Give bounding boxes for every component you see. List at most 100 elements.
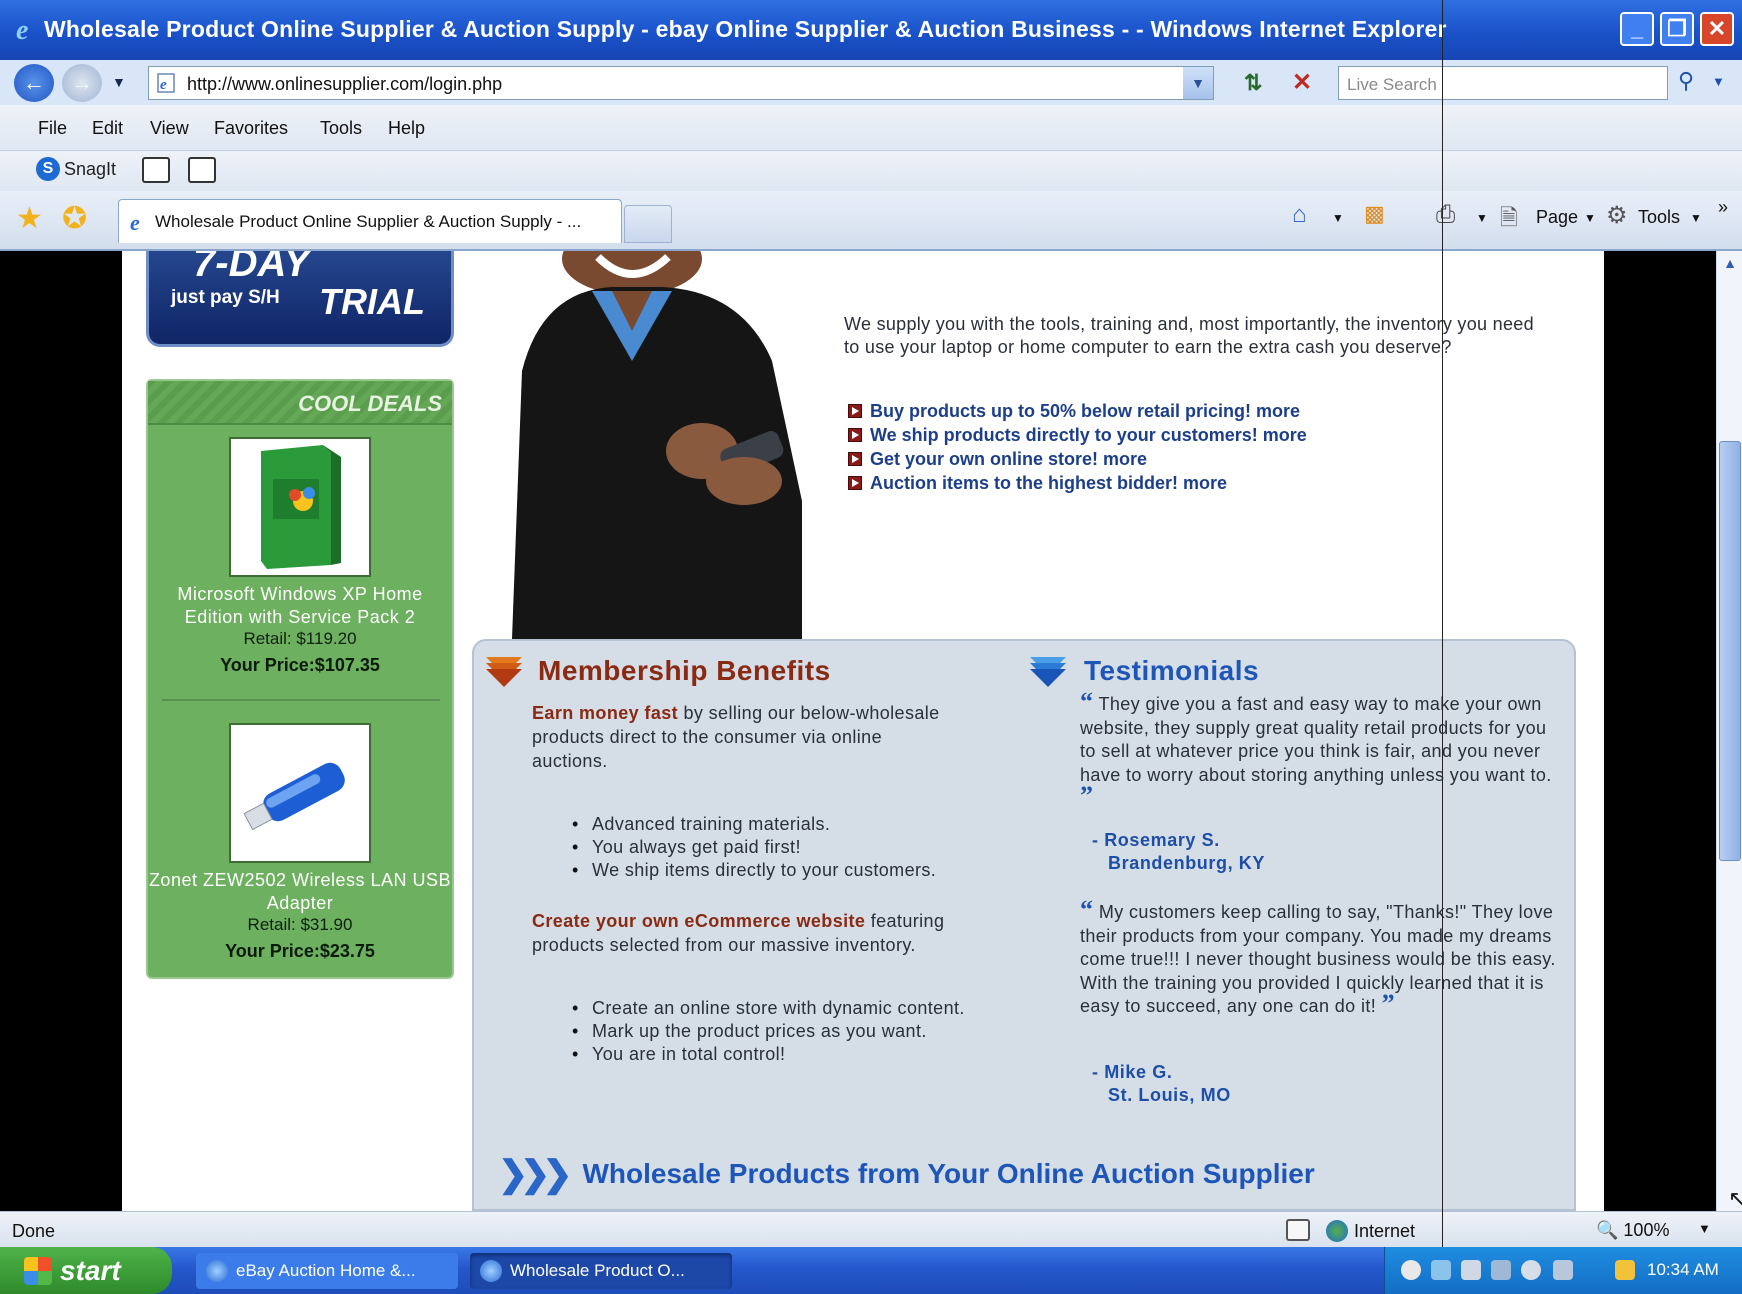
menu-tools[interactable]: Tools xyxy=(320,118,362,139)
feature-text[interactable]: We ship products directly to your custom… xyxy=(870,425,1307,446)
feature-link[interactable]: Buy products up to 50% below retail pric… xyxy=(848,399,1307,423)
tray-network-icon[interactable] xyxy=(1431,1260,1451,1280)
protected-mode-icon[interactable] xyxy=(1286,1219,1310,1241)
svg-text:e: e xyxy=(130,210,140,234)
restore-button[interactable]: ❐ xyxy=(1660,12,1694,46)
trial-partial-heading: 7-DAY xyxy=(193,251,311,285)
url-text[interactable]: http://www.onlinesupplier.com/login.php xyxy=(187,74,502,95)
tab-active[interactable]: e Wholesale Product Online Supplier & Au… xyxy=(118,199,622,243)
close-button[interactable]: ✕ xyxy=(1700,12,1734,46)
cool-deals-header: COOL DEALS xyxy=(148,381,452,425)
earn-money-link[interactable]: Earn money fast xyxy=(532,703,678,723)
snagit-button[interactable]: S SnagIt xyxy=(36,157,116,181)
windows-xp-box-image[interactable] xyxy=(229,437,371,577)
refresh-button[interactable]: ⇅ xyxy=(1244,70,1262,96)
search-options-dropdown[interactable]: ▼ xyxy=(1712,74,1725,89)
add-favorites-icon[interactable]: ✪ xyxy=(62,201,87,236)
create-website-link[interactable]: Create your own eCommerce website xyxy=(532,911,865,931)
chevron-down-icon xyxy=(486,657,526,687)
chevron-right-icon[interactable]: » xyxy=(1718,197,1728,218)
deal-your-price: Your Price:$107.35 xyxy=(220,655,380,675)
feature-text[interactable]: Auction items to the highest bidder! mor… xyxy=(870,473,1227,494)
gear-icon: ⚙ xyxy=(1606,202,1628,229)
page-dropdown[interactable]: ▼ xyxy=(1584,211,1596,225)
menu-favorites[interactable]: Favorites xyxy=(214,118,288,139)
zoom-dropdown[interactable]: ▼ xyxy=(1698,1221,1711,1236)
window-title: Wholesale Product Online Supplier & Auct… xyxy=(44,16,1447,42)
windows-logo-icon xyxy=(24,1256,52,1285)
menu-view[interactable]: View xyxy=(150,118,189,139)
tools-menu[interactable]: Tools xyxy=(1638,207,1680,228)
task-label: Wholesale Product O... xyxy=(510,1261,685,1280)
search-input[interactable]: Live Search xyxy=(1338,66,1668,100)
tray-app-icon[interactable] xyxy=(1401,1260,1421,1280)
usb-adapter-image[interactable] xyxy=(229,723,371,863)
deal-retail-price: Retail: $119.20 xyxy=(243,629,357,648)
forward-button[interactable]: → xyxy=(62,64,102,102)
wholesale-products-banner[interactable]: ❯❯❯ Wholesale Products from Your Online … xyxy=(498,1153,1315,1195)
tray-alert-icon[interactable] xyxy=(1615,1260,1635,1280)
zoom-value: 100% xyxy=(1623,1220,1670,1240)
deal-name[interactable]: Zonet ZEW2502 Wireless LAN USB Adapter xyxy=(148,869,452,915)
intro-paragraph: We supply you with the tools, training a… xyxy=(844,314,1534,357)
deal-name[interactable]: Microsoft Windows XP Home Edition with S… xyxy=(148,583,452,629)
home-dropdown[interactable]: ▼ xyxy=(1332,211,1344,225)
feature-text[interactable]: Buy products up to 50% below retail pric… xyxy=(870,401,1300,422)
tray-security-icon[interactable] xyxy=(1521,1260,1541,1280)
ie-icon xyxy=(206,1260,228,1282)
scroll-up-arrow[interactable]: ▲ xyxy=(1719,255,1741,277)
svg-text:e: e xyxy=(16,15,28,44)
scroll-thumb[interactable] xyxy=(1719,441,1741,861)
snagit-toolbar: S SnagIt xyxy=(0,151,1742,191)
favorites-star-icon[interactable]: ★ xyxy=(16,201,43,236)
deal-item[interactable]: Zonet ZEW2502 Wireless LAN USB Adapter R… xyxy=(148,723,452,962)
feature-link[interactable]: Auction items to the highest bidder! mor… xyxy=(848,471,1307,495)
taskbar-button-wholesale[interactable]: Wholesale Product O... xyxy=(470,1253,732,1289)
menu-file[interactable]: File xyxy=(38,118,67,139)
menu-help[interactable]: Help xyxy=(388,118,425,139)
feature-text[interactable]: Get your own online store! more xyxy=(870,449,1147,470)
tools-dropdown[interactable]: ▼ xyxy=(1690,211,1702,225)
page-icon: e xyxy=(157,73,175,93)
quote-text: They give you a fast and easy way to mak… xyxy=(1080,694,1552,785)
start-button[interactable]: start xyxy=(0,1247,172,1294)
home-icon[interactable]: ⌂ xyxy=(1292,201,1307,229)
capture-window-icon[interactable] xyxy=(142,157,170,183)
back-button[interactable]: ← xyxy=(14,64,54,102)
stop-button[interactable]: ✕ xyxy=(1292,68,1312,97)
deal-divider xyxy=(162,699,440,701)
taskbar-button-ebay[interactable]: eBay Auction Home &... xyxy=(196,1253,458,1289)
banner-text[interactable]: Wholesale Products from Your Online Auct… xyxy=(583,1158,1315,1190)
deal-item[interactable]: Microsoft Windows XP Home Edition with S… xyxy=(148,437,452,676)
close-quote-icon: ” xyxy=(1381,989,1395,1018)
feature-link[interactable]: We ship products directly to your custom… xyxy=(848,423,1307,447)
ie-logo-icon: e xyxy=(16,15,28,44)
search-icon[interactable]: ⚲ xyxy=(1678,68,1694,94)
zoom-level[interactable]: 🔍 100% xyxy=(1596,1220,1669,1241)
tray-messenger-icon[interactable] xyxy=(1553,1260,1573,1280)
address-dropdown[interactable]: ▼ xyxy=(1183,67,1213,99)
feeds-icon[interactable]: ▩ xyxy=(1364,201,1385,227)
new-tab-button[interactable] xyxy=(624,205,672,243)
recent-pages-dropdown[interactable]: ▼ xyxy=(112,74,126,90)
trial-badge[interactable]: 7-DAY just pay S/H TRIAL xyxy=(146,251,454,347)
author-location: St. Louis, MO xyxy=(1108,1085,1231,1105)
address-field[interactable]: e http://www.onlinesupplier.com/login.ph… xyxy=(148,66,1214,100)
deal-retail-price: Retail: $31.90 xyxy=(247,915,353,934)
tray-sync-icon[interactable] xyxy=(1461,1260,1481,1280)
tray-device-icon[interactable] xyxy=(1491,1260,1511,1280)
print-dropdown[interactable]: ▼ xyxy=(1476,211,1488,225)
capture-region-icon[interactable] xyxy=(188,157,216,183)
taskbar-clock[interactable]: 10:34 AM xyxy=(1647,1260,1719,1280)
security-zone[interactable]: Internet xyxy=(1326,1220,1415,1242)
testimonial-author: - Mike G. St. Louis, MO xyxy=(1092,1061,1231,1107)
print-icon[interactable]: ⎙ xyxy=(1436,201,1455,229)
minimize-button[interactable]: _ xyxy=(1620,12,1654,46)
author-location: Brandenburg, KY xyxy=(1108,853,1266,873)
tab-bar: ★ ✪ e Wholesale Product Online Supplier … xyxy=(0,191,1742,251)
vertical-scrollbar[interactable]: ▲ xyxy=(1716,251,1742,1211)
triple-chevron-icon: ❯❯❯ xyxy=(498,1153,572,1194)
page-menu[interactable]: Page xyxy=(1536,207,1578,228)
feature-link[interactable]: Get your own online store! more xyxy=(848,447,1307,471)
menu-edit[interactable]: Edit xyxy=(92,118,123,139)
